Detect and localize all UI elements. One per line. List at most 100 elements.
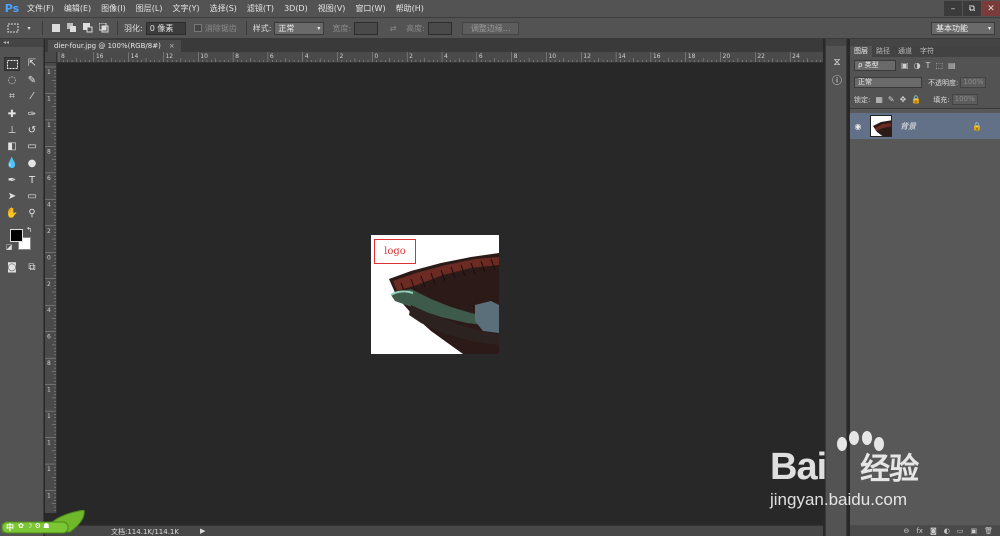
intersect-selection-icon[interactable] <box>97 21 111 35</box>
feather-input[interactable]: 0 像素 <box>145 21 186 35</box>
refine-edge-button[interactable]: 调整边缘... <box>461 21 520 35</box>
add-selection-icon[interactable] <box>65 21 79 35</box>
document-tab[interactable]: dier-four.jpg @ 100%(RGB/8#) × <box>48 40 181 52</box>
status-menu-arrow-icon[interactable]: ▶ <box>200 527 205 535</box>
menu-view[interactable]: 视图(V) <box>313 0 351 17</box>
menu-file[interactable]: 文件(F) <box>22 0 59 17</box>
ruler-label: 14 <box>618 53 626 60</box>
history-panel-icon[interactable]: ⧖ <box>830 55 844 69</box>
menu-layer[interactable]: 图层(L) <box>131 0 168 17</box>
lock-position-icon[interactable]: ✥ <box>900 95 907 104</box>
layer-mask-icon[interactable]: ◙ <box>930 527 937 535</box>
tab-channels[interactable]: 通道 <box>894 46 916 57</box>
menu-3d[interactable]: 3D(D) <box>279 0 313 17</box>
eraser-tool-icon[interactable]: ◧ <box>4 140 20 154</box>
screen-mode-icon[interactable]: ⧉ <box>24 261 40 275</box>
adjustment-layer-icon[interactable]: ◐ <box>944 527 950 535</box>
ruler-label: 6 <box>479 53 483 60</box>
marquee-preset-icon[interactable] <box>6 21 20 35</box>
default-colors-icon[interactable]: ◪ <box>4 242 14 252</box>
workspace-select[interactable]: 基本功能 ▾ <box>931 22 995 35</box>
minimize-button[interactable]: – <box>944 1 962 16</box>
restore-button[interactable]: ⧉ <box>963 1 981 16</box>
hand-tool-icon[interactable]: ✋ <box>4 207 20 221</box>
type-tool-icon[interactable]: T <box>24 174 40 188</box>
menu-edit[interactable]: 编辑(E) <box>59 0 96 17</box>
link-layers-icon[interactable]: ⊖ <box>903 527 909 535</box>
new-group-icon[interactable]: ▭ <box>957 527 964 535</box>
lasso-tool-icon[interactable]: ◌ <box>4 74 20 88</box>
foreground-color-swatch[interactable] <box>10 229 23 242</box>
ime-mode-label[interactable]: 中 <box>6 522 14 533</box>
panel-collapse-handle[interactable] <box>850 39 1000 46</box>
vertical-ruler[interactable]: 1 1 1 8 6 4 2 0 2 4 6 8 1 1 1 1 1 <box>45 63 57 513</box>
blend-mode-select[interactable]: 正常 <box>854 77 922 88</box>
ruler-origin[interactable] <box>45 52 57 63</box>
menu-select[interactable]: 选择(S) <box>205 0 242 17</box>
tab-layers[interactable]: 图层 <box>850 46 872 57</box>
shape-tool-icon[interactable]: ▭ <box>24 190 40 204</box>
ime-settings-icon[interactable]: ✿ ☽ ⚙ ☗ <box>18 522 49 530</box>
menu-help[interactable]: 帮助(H) <box>391 0 429 17</box>
filter-adjust-icon[interactable]: ◑ <box>914 61 921 70</box>
eyedropper-tool-icon[interactable]: ⁄ <box>24 90 40 104</box>
lock-all-icon[interactable]: 🔒 <box>911 95 921 104</box>
lock-transparent-icon[interactable]: ▦ <box>875 95 883 104</box>
brush-tool-icon[interactable]: ✑ <box>24 108 40 122</box>
layer-filter-select[interactable]: ρ 类型 <box>854 60 896 71</box>
lock-pixels-icon[interactable]: ✎ <box>888 95 895 104</box>
menu-type[interactable]: 文字(Y) <box>167 0 204 17</box>
dodge-tool-icon[interactable]: ● <box>24 157 40 171</box>
close-tab-icon[interactable]: × <box>169 42 175 50</box>
antialias-checkbox[interactable] <box>193 24 202 32</box>
ime-toolbar[interactable]: 中 ✿ ☽ ⚙ ☗ <box>0 509 88 534</box>
info-panel-icon[interactable]: ⓘ <box>830 72 844 87</box>
opacity-input[interactable]: 100% <box>960 77 987 88</box>
swap-colors-icon[interactable]: ↰ <box>24 225 34 235</box>
panel-collapse-handle[interactable]: ◂◂ <box>0 39 43 47</box>
height-input[interactable] <box>427 21 452 35</box>
move-tool-icon[interactable]: ⇱ <box>24 57 40 71</box>
visibility-eye-icon[interactable]: ◉ <box>850 122 866 131</box>
delete-layer-icon[interactable]: 🗑 <box>984 527 993 535</box>
panel-collapse-handle[interactable] <box>826 39 846 46</box>
swap-icon[interactable]: ⇄ <box>386 21 400 35</box>
history-brush-tool-icon[interactable]: ↺ <box>24 124 40 138</box>
filter-smart-icon[interactable]: ▤ <box>948 61 956 70</box>
filter-shape-icon[interactable]: ⬚ <box>935 61 943 70</box>
quick-mask-icon[interactable]: ◙ <box>4 261 20 275</box>
horizontal-ruler[interactable]: 8 16 14 12 10 8 6 4 2 0 2 4 6 8 10 12 14 16 18 20 22 24 <box>57 52 823 63</box>
tab-character[interactable]: 字符 <box>916 46 938 57</box>
crop-tool-icon[interactable]: ⌗ <box>4 90 20 104</box>
document-image[interactable]: logo <box>371 235 499 354</box>
pen-tool-icon[interactable]: ✒ <box>4 174 20 188</box>
menu-filter[interactable]: 滤镜(T) <box>242 0 279 17</box>
healing-brush-tool-icon[interactable]: ✚ <box>4 108 20 122</box>
path-select-tool-icon[interactable]: ➤ <box>4 190 20 204</box>
layer-row[interactable]: ◉ 背景 🔒 <box>850 113 1000 139</box>
divider <box>117 21 118 35</box>
style-select[interactable]: 正常 ▾ <box>274 21 325 35</box>
zoom-tool-icon[interactable]: ⚲ <box>24 207 40 221</box>
tab-paths[interactable]: 路径 <box>872 46 894 57</box>
ruler-label: 1 <box>47 413 51 420</box>
subtract-selection-icon[interactable] <box>81 21 95 35</box>
blur-tool-icon[interactable]: 💧 <box>4 157 20 171</box>
rect-marquee-tool-icon[interactable] <box>4 57 20 71</box>
clone-stamp-tool-icon[interactable]: ⊥ <box>4 124 20 138</box>
chevron-down-icon[interactable]: ▾ <box>22 21 36 35</box>
gradient-tool-icon[interactable]: ▭ <box>24 140 40 154</box>
width-input[interactable] <box>354 21 379 35</box>
filter-pixel-icon[interactable]: ▣ <box>901 61 909 70</box>
document-size-info[interactable]: 文档:114.1K/114.1K <box>111 527 179 536</box>
ruler-label: 12 <box>583 53 591 60</box>
filter-type-icon[interactable]: T <box>926 61 931 70</box>
quick-select-tool-icon[interactable]: ✎ <box>24 74 40 88</box>
menu-window[interactable]: 窗口(W) <box>350 0 390 17</box>
close-button[interactable]: ✕ <box>982 1 1000 16</box>
fill-input[interactable]: 100% <box>951 94 978 105</box>
layer-style-icon[interactable]: fx <box>916 527 923 535</box>
menu-image[interactable]: 图像(I) <box>96 0 131 17</box>
new-selection-icon[interactable] <box>49 21 63 35</box>
new-layer-icon[interactable]: ▣ <box>970 527 977 535</box>
